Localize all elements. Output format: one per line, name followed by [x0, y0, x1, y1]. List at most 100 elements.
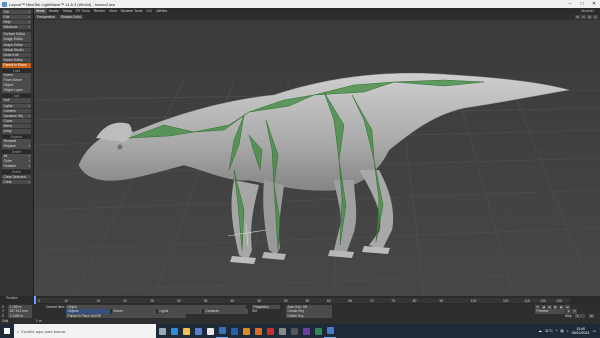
- rotate-icon[interactable]: ↻: [581, 14, 586, 20]
- auto-key-dropdown[interactable]: Auto Key: Off: [286, 304, 332, 309]
- firefox-icon[interactable]: [252, 324, 264, 338]
- properties-button[interactable]: Properties: [252, 304, 280, 309]
- move-icon[interactable]: ✥: [575, 14, 580, 20]
- edge-icon[interactable]: [168, 324, 180, 338]
- chevron-down-icon: ▾: [28, 14, 30, 19]
- chevron-up-icon[interactable]: ^: [556, 329, 558, 333]
- delete-key-button[interactable]: Delete Key: [286, 314, 332, 319]
- load-scene-button[interactable]: Scene: [2, 73, 31, 78]
- app-icon[interactable]: [312, 324, 324, 338]
- weather-icon[interactable]: ☁: [538, 329, 542, 333]
- maximize-icon[interactable]: ▢: [593, 14, 598, 20]
- loop-icon[interactable]: ↺: [572, 309, 577, 314]
- clock[interactable]: 13:40 05/12/2021: [572, 327, 590, 335]
- shading-mode-dropdown[interactable]: Shaded Solid: [58, 14, 83, 20]
- tick-label: 65: [348, 298, 353, 303]
- step-field[interactable]: 1: [575, 314, 585, 319]
- edit-menu[interactable]: Edit ▾: [2, 14, 31, 20]
- parent-in-place-button[interactable]: Parent in Place: [2, 62, 31, 68]
- tick-label: 40: [230, 298, 235, 303]
- chevron-down-icon: ▾: [28, 103, 30, 108]
- taskbar-search-field[interactable]: ⌕ Escribe aquí para buscar: [14, 324, 156, 338]
- close-button[interactable]: ✕: [588, 0, 600, 8]
- stop-icon[interactable]: ■: [547, 304, 552, 309]
- load-object-button[interactable]: Object: [2, 83, 31, 88]
- record-icon[interactable]: ●: [566, 309, 571, 314]
- windows-menu[interactable]: Windows ▾: [2, 24, 31, 30]
- chrome-icon[interactable]: [204, 324, 216, 338]
- chevron-down-icon: ▾: [28, 19, 30, 24]
- add-dynamic-obj-button[interactable]: Dynamic Obj ▾: [2, 113, 31, 119]
- add-null-button[interactable]: Null: [2, 98, 31, 103]
- graph-editor-button[interactable]: Graph Editor: [2, 42, 31, 48]
- rename-button[interactable]: Rename: [2, 139, 31, 144]
- view-mode-dropdown[interactable]: Perspective: [35, 14, 57, 20]
- array-button[interactable]: Array: [2, 128, 31, 134]
- add-lights-button[interactable]: Lights ▾: [2, 103, 31, 109]
- clone-button[interactable]: Clone: [2, 118, 31, 124]
- notifications-icon[interactable]: ▭: [593, 329, 596, 333]
- play-icon[interactable]: ▶: [553, 304, 558, 309]
- go-to-end-icon[interactable]: ⏭: [565, 304, 570, 309]
- delete-order-button[interactable]: Order ▾: [2, 159, 31, 164]
- clock-date: 05/12/2021: [571, 331, 590, 335]
- delete-rotation-button[interactable]: Rotation ▾: [2, 164, 31, 170]
- timeline-ruler[interactable]: 0 10 15 20 25 30 35 40 45 50 55 60 65 70…: [34, 298, 570, 303]
- lightwave-icon[interactable]: [216, 324, 228, 338]
- objects-mode-button[interactable]: Objects: [66, 309, 110, 314]
- start-button[interactable]: [0, 324, 14, 338]
- maximize-button[interactable]: □: [576, 0, 588, 8]
- task-view-icon[interactable]: [156, 324, 168, 338]
- x-position-field[interactable]: 1.765 m: [8, 304, 32, 309]
- node-edit-button[interactable]: Node Edit: [2, 52, 31, 58]
- layout-icon[interactable]: [324, 324, 336, 338]
- cameras-mode-button[interactable]: Cameras: [204, 309, 248, 314]
- load-section-header: Load: [2, 68, 31, 73]
- virtual-studio-button[interactable]: Virtual Studio: [2, 47, 31, 53]
- tick-label: 70: [369, 298, 374, 303]
- scene-canvas[interactable]: [34, 20, 600, 296]
- step-back-icon[interactable]: ◀: [541, 304, 546, 309]
- load-from-scene-button[interactable]: From Scene: [2, 78, 31, 83]
- surface-editor-button[interactable]: Surface Editor: [2, 32, 31, 37]
- bones-mode-button[interactable]: Bones: [112, 309, 156, 314]
- current-item-dropdown[interactable]: Object: [66, 304, 246, 309]
- illustrator-icon[interactable]: [240, 324, 252, 338]
- y-position-field[interactable]: 167.512 mm: [8, 309, 32, 314]
- clear-selected-button[interactable]: Clear Selected: [2, 174, 31, 180]
- parent-in-place-toggle[interactable]: Parent in Place On/Off: [66, 314, 186, 319]
- mirror-button[interactable]: Mirror: [2, 123, 31, 129]
- help-menu[interactable]: Help ▾: [2, 19, 31, 25]
- scene-editor-button[interactable]: Scene Editor: [2, 57, 31, 63]
- go-to-start-icon[interactable]: ⏮: [535, 304, 540, 309]
- load-object-layer-button[interactable]: Object Layer: [2, 88, 31, 93]
- add-camera-button[interactable]: Camera: [2, 108, 31, 114]
- clear-button[interactable]: Clear ▾: [2, 179, 31, 185]
- settings-icon[interactable]: [276, 324, 288, 338]
- zbrush-icon[interactable]: [288, 324, 300, 338]
- preview-dropdown[interactable]: Preview: [535, 309, 565, 314]
- explorer-icon[interactable]: [180, 324, 192, 338]
- settings-icon[interactable]: ⚙: [589, 314, 594, 319]
- z-position-field[interactable]: 1.2465 m: [8, 314, 32, 319]
- perspective-viewport[interactable]: Perspective Shaded Solid ✥ ↻ ⊕ ▢: [34, 14, 600, 296]
- windows-taskbar: ⌕ Escribe aquí para buscar ☁ 11°C ^ ▤ ♪ …: [0, 324, 600, 338]
- step-forward-icon[interactable]: ▶: [559, 304, 564, 309]
- photoshop-icon[interactable]: [228, 324, 240, 338]
- store-icon[interactable]: [192, 324, 204, 338]
- network-icon[interactable]: ▤: [560, 329, 563, 333]
- delete-all-button[interactable]: All ▾: [2, 154, 31, 159]
- create-key-button[interactable]: Create Key: [286, 309, 332, 314]
- zoom-icon[interactable]: ⊕: [587, 14, 592, 20]
- replace-button[interactable]: Replace ▾: [2, 144, 31, 149]
- minimize-button[interactable]: –: [564, 0, 576, 8]
- premiere-icon[interactable]: [300, 324, 312, 338]
- frame-slider-handle[interactable]: [34, 296, 36, 304]
- image-editor-button[interactable]: Image Editor: [2, 37, 31, 43]
- volume-icon[interactable]: ♪: [567, 329, 569, 333]
- timeline[interactable]: Position 0 10 15 20 25 30 35 40 45 50 55…: [0, 296, 600, 304]
- file-menu[interactable]: File ▾: [2, 9, 31, 15]
- lights-mode-button[interactable]: Lights: [158, 309, 202, 314]
- acrobat-icon[interactable]: [264, 324, 276, 338]
- modeler-switch-button[interactable]: Modeler: [581, 9, 594, 13]
